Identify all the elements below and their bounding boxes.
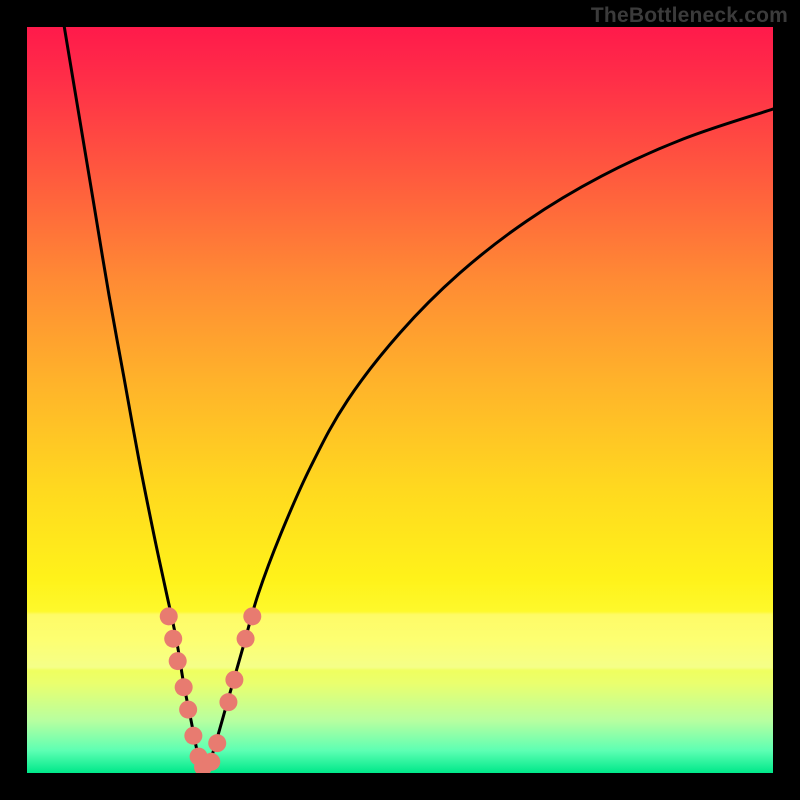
data-marker [219,693,237,711]
data-marker [202,753,220,771]
curve-right-branch [206,109,773,773]
bottleneck-curve [27,27,773,773]
data-marker [208,734,226,752]
data-marker [225,671,243,689]
data-marker [160,607,178,625]
plot-area [27,27,773,773]
watermark-text: TheBottleneck.com [591,4,788,28]
data-marker [184,727,202,745]
data-marker [179,701,197,719]
data-marker [243,607,261,625]
data-marker [169,652,187,670]
chart-frame: TheBottleneck.com [0,0,800,800]
data-marker [237,630,255,648]
data-marker [164,630,182,648]
data-marker [175,678,193,696]
